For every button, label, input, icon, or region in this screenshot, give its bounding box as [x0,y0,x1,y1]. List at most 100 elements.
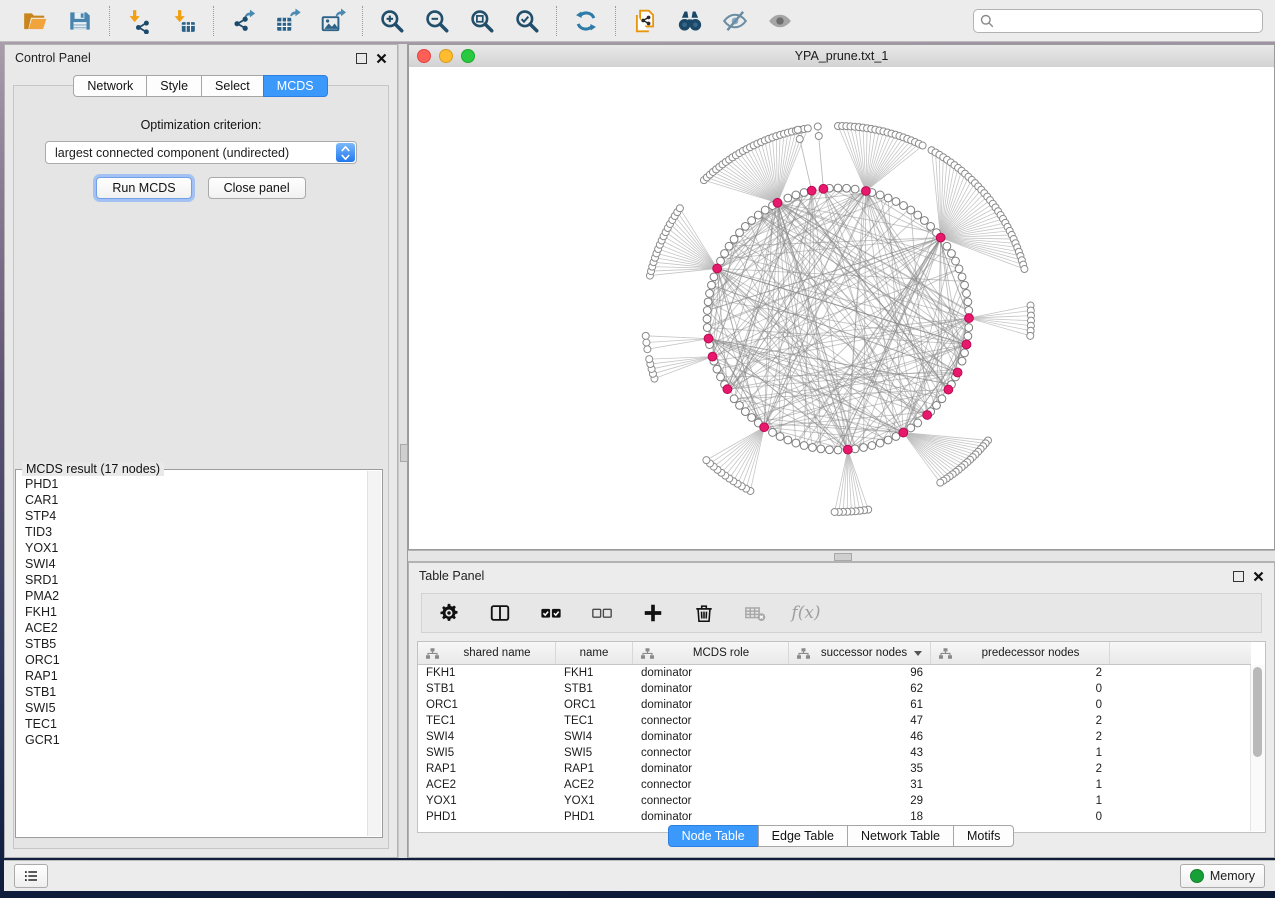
network-node[interactable] [748,414,756,422]
network-leaf-node[interactable] [937,479,944,486]
horizontal-splitter[interactable] [408,550,1275,562]
network-node[interactable] [730,235,738,243]
network-node[interactable] [730,395,738,403]
network-node[interactable] [965,324,973,332]
task-history-button[interactable] [14,864,48,888]
network-node[interactable] [761,206,769,214]
network-node[interactable] [914,419,922,427]
network-node[interactable] [955,265,963,273]
mcds-hub-node[interactable] [843,445,852,454]
table-row[interactable]: SWI4SWI4dominator462 [418,729,1251,745]
network-leaf-node[interactable] [643,339,650,346]
network-node[interactable] [943,242,951,250]
network-node[interactable] [868,442,876,450]
network-node[interactable] [961,349,969,357]
network-node[interactable] [958,273,966,281]
table-row[interactable]: YOX1YOX1connector291 [418,793,1251,809]
close-panel-icon[interactable] [376,53,387,64]
network-node[interactable] [736,229,744,237]
network-node[interactable] [914,211,922,219]
mcds-hub-node[interactable] [708,352,717,361]
save-session-button[interactable] [66,7,94,35]
network-leaf-node[interactable] [642,332,649,339]
network-node[interactable] [708,281,716,289]
network-leaf-node[interactable] [815,133,822,140]
table-row[interactable]: RAP1RAP1dominator352 [418,761,1251,777]
network-node[interactable] [792,439,800,447]
network-node[interactable] [800,442,808,450]
network-node[interactable] [938,395,946,403]
trash-button[interactable] [692,601,716,625]
network-node[interactable] [703,324,711,332]
network-leaf-node[interactable] [794,126,801,133]
zoom-selected-button[interactable] [513,7,541,35]
network-node[interactable] [817,445,825,453]
network-node[interactable] [948,250,956,258]
search-input[interactable] [973,9,1263,33]
table-row[interactable]: FKH1FKH1dominator962 [418,665,1251,681]
network-node[interactable] [834,446,842,454]
mcds-hub-node[interactable] [760,423,769,432]
network-node[interactable] [754,211,762,219]
network-node[interactable] [884,436,892,444]
float-panel-icon[interactable] [1233,571,1244,582]
mcds-hub-node[interactable] [923,411,932,420]
network-node[interactable] [958,357,966,365]
criterion-select[interactable]: largest connected component (undirected) [45,141,357,164]
network-node[interactable] [843,184,851,192]
table-scrollbar[interactable] [1250,665,1265,831]
network-node[interactable] [892,198,900,206]
close-panel-button[interactable]: Close panel [208,177,306,199]
network-node[interactable] [809,444,817,452]
result-scrollbar[interactable] [367,471,381,836]
gear-button[interactable] [437,601,461,625]
network-node[interactable] [713,365,721,373]
tab-style[interactable]: Style [146,75,202,97]
import-table-button[interactable] [170,7,198,35]
mcds-hub-node[interactable] [819,184,828,193]
network-node[interactable] [965,307,973,315]
network-leaf-node[interactable] [676,205,683,212]
network-node[interactable] [920,217,928,225]
mcds-hub-node[interactable] [713,264,722,273]
table-row[interactable]: ORC1ORC1dominator610 [418,697,1251,713]
mcds-hub-node[interactable] [723,385,732,394]
binoculars-button[interactable] [676,7,704,35]
network-snapshot-button[interactable] [631,7,659,35]
column-header-shared-name[interactable]: shared name [418,642,556,664]
network-node[interactable] [703,315,711,323]
export-network-button[interactable] [229,7,257,35]
splitter-handle[interactable] [834,553,852,561]
network-canvas[interactable] [409,67,1274,549]
table-row[interactable]: STB1STB1dominator620 [418,681,1251,697]
mcds-hub-node[interactable] [704,334,713,343]
network-node[interactable] [933,401,941,409]
network-node[interactable] [784,436,792,444]
table-row[interactable]: SWI5SWI5connector431 [418,745,1251,761]
network-node[interactable] [907,206,915,214]
mcds-hub-node[interactable] [944,385,953,394]
network-leaf-node[interactable] [646,356,653,363]
network-node[interactable] [961,281,969,289]
import-network-button[interactable] [125,7,153,35]
network-node[interactable] [769,429,777,437]
network-node[interactable] [927,222,935,230]
network-node[interactable] [784,194,792,202]
network-node[interactable] [964,332,972,340]
network-node[interactable] [963,290,971,298]
column-header-predecessor-nodes[interactable]: predecessor nodes [931,642,1110,664]
close-panel-icon[interactable] [1253,571,1264,582]
table-row[interactable]: PHD1PHD1dominator180 [418,809,1251,825]
network-leaf-node[interactable] [831,508,838,515]
mcds-hub-node[interactable] [899,428,908,437]
network-titlebar[interactable]: YPA_prune.txt_1 [409,45,1274,68]
tab-select[interactable]: Select [201,75,264,97]
network-node[interactable] [741,408,749,416]
network-node[interactable] [776,433,784,441]
network-node[interactable] [710,273,718,281]
network-node[interactable] [792,191,800,199]
unchecked-boxes-button[interactable] [590,601,614,625]
tab-mcds[interactable]: MCDS [263,75,328,97]
table-row[interactable]: ACE2ACE2connector311 [418,777,1251,793]
network-node[interactable] [800,189,808,197]
